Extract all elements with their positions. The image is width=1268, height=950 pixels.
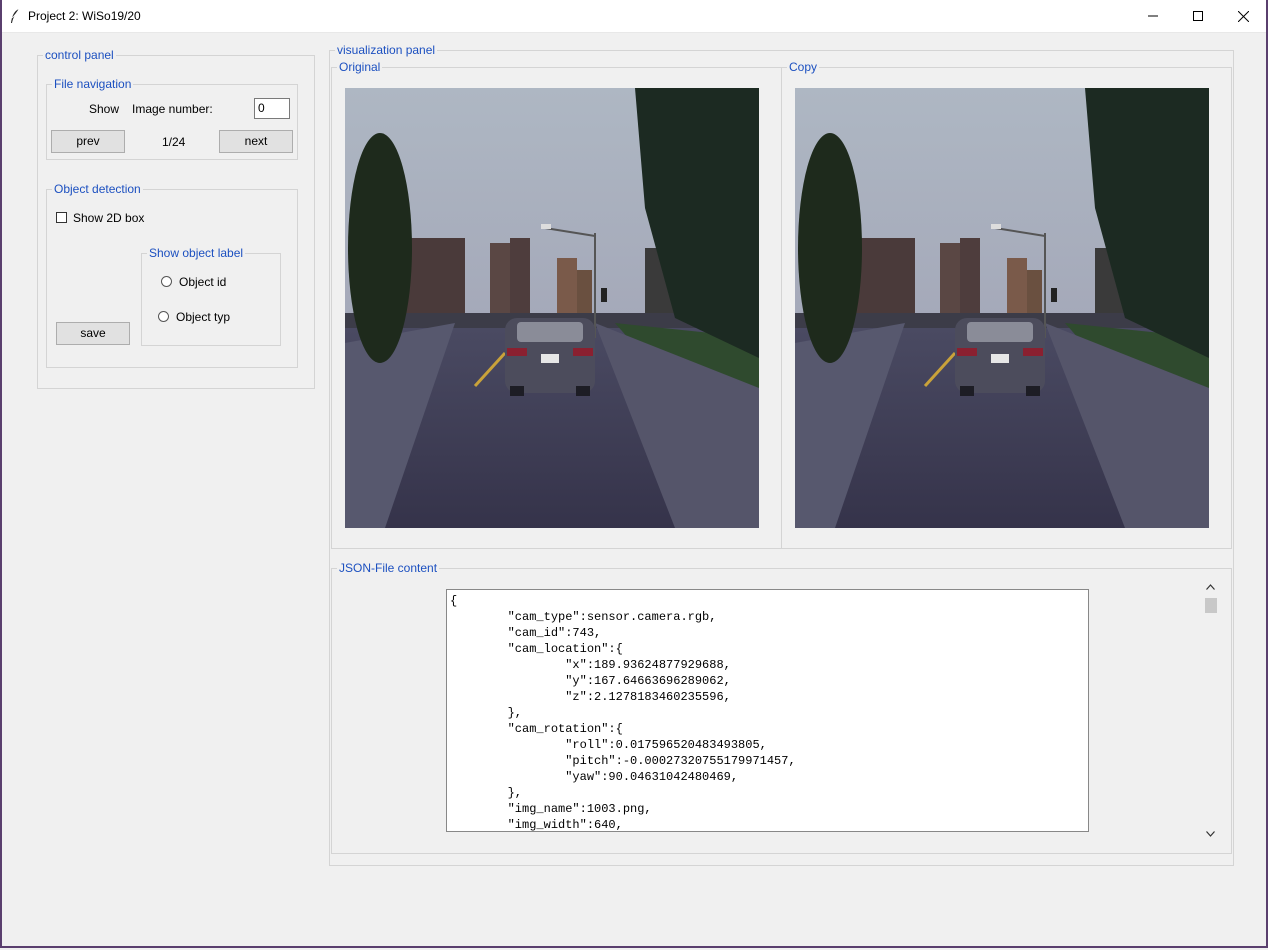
show-2d-box-label[interactable]: Show 2D box [73,211,144,225]
image-counter: 1/24 [162,135,186,149]
scroll-thumb[interactable] [1205,598,1217,613]
json-text-area[interactable]: { "cam_type":sensor.camera.rgb, "cam_id"… [446,589,1089,832]
object-label-group-title: Show object label [147,246,246,260]
file-navigation-title: File navigation [52,77,134,91]
original-image [345,88,759,528]
json-title: JSON-File content [337,561,440,575]
show-label: Show [89,102,120,116]
maximize-button[interactable] [1175,0,1221,32]
json-scrollbar[interactable] [1202,580,1219,843]
next-button[interactable]: next [219,130,293,153]
copy-title: Copy [787,60,820,74]
image-number-label: Image number: [132,102,213,116]
original-title: Original [337,60,383,74]
copy-image [795,88,1209,528]
object-id-radio[interactable] [161,276,172,287]
minimize-button[interactable] [1130,0,1176,32]
save-button[interactable]: save [56,322,130,345]
chevron-up-icon[interactable] [1206,584,1215,590]
control-panel-title: control panel [43,48,116,62]
maximize-icon [1193,11,1203,21]
minimize-icon [1148,15,1158,17]
title-bar: Project 2: WiSo19/20 [0,0,1268,33]
object-typ-radio[interactable] [158,311,169,322]
visualization-panel-title: visualization panel [335,43,438,57]
chevron-down-icon[interactable] [1206,831,1215,837]
object-detection-title: Object detection [52,182,143,196]
object-id-label[interactable]: Object id [179,275,226,289]
close-button[interactable] [1220,0,1266,32]
feather-icon [11,8,20,23]
window-title: Project 2: WiSo19/20 [28,9,141,23]
object-typ-label[interactable]: Object typ [176,310,230,324]
json-text: { "cam_type":sensor.camera.rgb, "cam_id"… [450,594,796,832]
show-2d-box-checkbox[interactable] [56,212,67,223]
image-number-input[interactable]: 0 [254,98,290,119]
close-icon [1237,10,1249,22]
prev-button[interactable]: prev [51,130,125,153]
object-label-group [141,253,281,346]
